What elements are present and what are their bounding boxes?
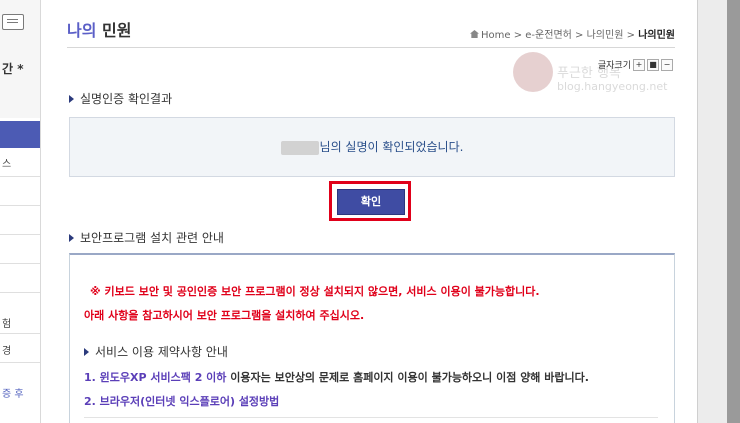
restriction-heading-text: 서비스 이용 제약사항 안내 <box>95 345 228 359</box>
home-icon <box>469 30 479 38</box>
sidebar-item-label: 험 <box>2 319 12 330</box>
scrollbar-track[interactable] <box>697 0 727 423</box>
sidebar-item-active[interactable] <box>0 121 40 148</box>
restriction-heading: 서비스 이용 제약사항 안내 <box>84 343 228 360</box>
sidebar-title: 간 * <box>2 62 24 76</box>
sidebar-item-label: 경 <box>2 346 12 357</box>
breadcrumb-separator: > <box>575 30 584 41</box>
watermark-logo-icon <box>513 52 553 92</box>
security-heading: 보안프로그램 설치 관련 안내 <box>69 229 224 246</box>
sidebar-item[interactable]: 스 <box>0 148 40 177</box>
left-sidebar: 간 * 스 험 경 증 후 <box>0 0 41 423</box>
restriction-item-2: 2. 브라우저(인터넷 익스플로어) 설정방법 <box>84 395 280 408</box>
watermark: 푸근한 행복 blog.hangyeong.net <box>513 52 673 102</box>
section-arrow-icon <box>69 94 74 103</box>
breadcrumb-home[interactable]: Home <box>481 30 511 41</box>
sidebar-item[interactable]: 경 <box>0 334 40 363</box>
breadcrumb-separator: > <box>626 30 635 41</box>
warning-line-2: 아래 사항을 참고하시어 보안 프로그램을 설치하여 주십시오. <box>84 309 365 322</box>
document-icon <box>2 14 24 30</box>
watermark-url: blog.hangyeong.net <box>557 80 668 93</box>
watermark-text: 푸근한 행복 <box>557 66 621 81</box>
verification-message-text: 님의 실명이 확인되었습니다. <box>319 140 464 154</box>
confirm-highlight: 확인 <box>329 181 411 221</box>
sidebar-item[interactable]: 험 <box>0 293 40 334</box>
breadcrumb-item[interactable]: 나의민원 <box>587 30 624 41</box>
page-title: 나의 민원 <box>67 17 131 41</box>
verification-heading-text: 실명인증 확인결과 <box>80 92 173 106</box>
breadcrumb: Home > e-운전면허 > 나의민원 > 나의민원 <box>469 26 675 41</box>
restriction-item-1-text: 이용자는 보안상의 문제로 홈페이지 이용이 불가능하오니 이점 양해 바랍니다… <box>226 371 589 384</box>
warning-line-1: ※ 키보드 보안 및 공인인증 보안 프로그램이 정상 설치되지 않으면, 서비… <box>90 285 540 298</box>
sidebar-item[interactable] <box>0 206 40 235</box>
section-arrow-icon <box>69 233 74 242</box>
confirm-button[interactable]: 확인 <box>337 189 405 215</box>
security-heading-text: 보안프로그램 설치 관련 안내 <box>80 231 224 245</box>
page-title-accent: 나의 <box>67 21 97 40</box>
sidebar-item[interactable] <box>0 177 40 206</box>
breadcrumb-item[interactable]: e-운전면허 <box>525 30 572 41</box>
blurred-name <box>280 140 319 155</box>
breadcrumb-current: 나의민원 <box>638 30 675 41</box>
verification-heading: 실명인증 확인결과 <box>69 90 172 107</box>
sidebar-item[interactable] <box>0 264 40 293</box>
verification-result-box: 님의 실명이 확인되었습니다. <box>69 117 675 177</box>
title-divider <box>67 47 675 48</box>
sidebar-item-label: 스 <box>2 159 12 170</box>
sidebar-header: 간 * <box>0 0 40 118</box>
sidebar-link[interactable]: 증 후 <box>2 385 24 400</box>
sidebar-item[interactable] <box>0 235 40 264</box>
inner-divider <box>84 417 658 418</box>
breadcrumb-separator: > <box>513 30 523 41</box>
screen: 간 * 스 험 경 증 후 나의 민원 Home > e-운전면허 > 나의민원… <box>0 0 740 423</box>
restriction-item-1-highlight: 1. 윈도우XP 서비스팩 2 이하 <box>84 371 227 384</box>
restriction-item-1: 1. 윈도우XP 서비스팩 2 이하 이용자는 보안상의 문제로 홈페이지 이용… <box>84 369 589 385</box>
security-notice-box: ※ 키보드 보안 및 공인인증 보안 프로그램이 정상 설치되지 않으면, 서비… <box>69 253 675 423</box>
section-arrow-icon <box>84 347 89 356</box>
page-title-rest: 민원 <box>102 21 132 40</box>
verification-message: 님의 실명이 확인되었습니다. <box>70 138 674 155</box>
main-content: 나의 민원 Home > e-운전면허 > 나의민원 > 나의민원 글자크기 +… <box>41 0 697 423</box>
